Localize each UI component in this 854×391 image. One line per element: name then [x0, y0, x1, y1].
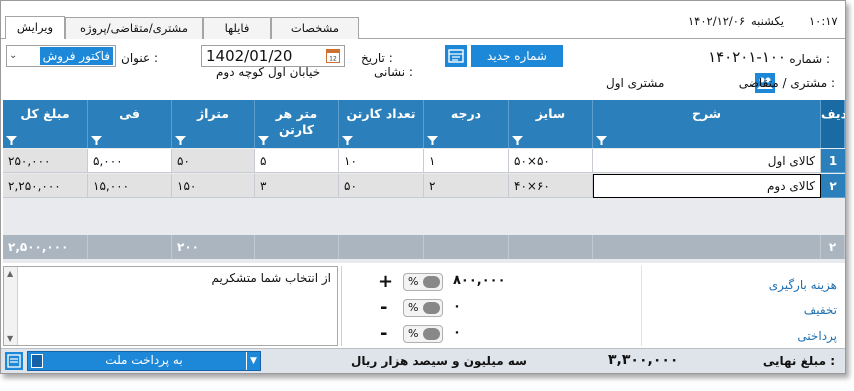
- cost-summary: هزینه بارگیری تخفیف پرداختی ۸۰۰,۰۰۰ ۰ ۰ …: [341, 266, 845, 346]
- invoice-window: ویرایش مشتری/متقاضی/پروژه فایلها مشخصات …: [0, 0, 846, 374]
- table-totals-row: ۲ ۲۰۰ ۲,۵۰۰,۰۰۰: [3, 235, 845, 259]
- amount-in-words: سه میلیون و سیصد هزار ریال: [351, 354, 527, 368]
- col-header-size[interactable]: سایز: [509, 100, 593, 148]
- table-cell-total: ۲,۲۵۰,۰۰۰: [3, 174, 88, 198]
- totals-blank: [593, 235, 821, 259]
- number-label: شماره :: [789, 52, 830, 66]
- paid-value[interactable]: ۰: [453, 325, 461, 340]
- col-header-description[interactable]: شرح: [593, 100, 821, 148]
- col-header-grade[interactable]: درجه: [424, 100, 509, 148]
- status-bar: مبلغ نهایی : ۳,۳۰۰,۰۰۰ سه میلیون و سیصد …: [1, 348, 845, 373]
- filter-icon[interactable]: [175, 136, 186, 145]
- filter-icon[interactable]: [258, 136, 269, 145]
- title-selected-value: فاکتور فروش: [39, 47, 113, 65]
- table-cell-total: ۲۵۰,۰۰۰: [3, 149, 88, 173]
- current-time: ۱۰:۱۷: [809, 14, 838, 28]
- filter-icon[interactable]: [342, 136, 353, 145]
- chevron-down-icon[interactable]: ▼: [246, 352, 260, 370]
- chevron-down-icon[interactable]: ⌄: [9, 46, 17, 66]
- table-cell-size[interactable]: ۵۰×۵۰: [509, 149, 593, 173]
- table-cell-area: ۵۰: [172, 149, 255, 173]
- svg-text:12: 12: [329, 56, 337, 63]
- title-label: عنوان :: [121, 51, 158, 65]
- shipping-cost-value[interactable]: ۸۰۰,۰۰۰: [453, 273, 506, 288]
- totals-blank: [339, 235, 424, 259]
- discount-minus-button[interactable]: -: [380, 299, 387, 317]
- invoice-items-table[interactable]: ردیف شرح سایز درجه تعداد کارتن متر هر کا…: [3, 100, 845, 263]
- final-amount-label: مبلغ نهایی :: [762, 354, 835, 368]
- totals-area: ۲۰۰: [172, 235, 255, 259]
- totals-blank: [88, 235, 172, 259]
- table-row-number[interactable]: 1: [821, 149, 845, 173]
- table-cell-description[interactable]: کالای اول: [593, 149, 821, 173]
- filter-icon[interactable]: [6, 136, 17, 145]
- col-header-cartons[interactable]: تعداد کارتن: [339, 100, 424, 148]
- date-value: 1402/01/20: [206, 47, 293, 65]
- current-weekday: یکشنبه: [751, 14, 784, 28]
- date-label: تاریخ :: [361, 51, 393, 65]
- col-header-area[interactable]: متراژ: [172, 100, 255, 148]
- customer-value[interactable]: مشتری اول: [606, 76, 664, 90]
- shipping-percent-toggle[interactable]: %: [403, 273, 443, 291]
- number-settings-icon[interactable]: [445, 45, 467, 67]
- table-cell-cartons[interactable]: ۱۰: [339, 149, 424, 173]
- totals-row-count: ۲: [821, 235, 845, 259]
- divider: [341, 266, 342, 346]
- invoice-number[interactable]: ۱۴۰۲۰۱-۱۰۰: [691, 45, 786, 69]
- filter-icon[interactable]: [91, 136, 102, 145]
- table-cell-grade[interactable]: ۱: [424, 149, 509, 173]
- new-number-button[interactable]: شماره جدید: [471, 45, 563, 67]
- customer-label: مشتری / متقاضی :: [738, 76, 835, 90]
- settings-list-icon[interactable]: [5, 352, 23, 370]
- table-cell-size[interactable]: ۴۰×۶۰: [509, 174, 593, 198]
- tab-specifications[interactable]: مشخصات: [271, 17, 359, 39]
- filter-icon[interactable]: [596, 136, 607, 145]
- paid-minus-button[interactable]: -: [380, 325, 387, 343]
- divider: [641, 266, 642, 346]
- table-cell-unit-price[interactable]: ۱۵,۰۰۰: [88, 174, 172, 198]
- address-label: نشانی :: [374, 65, 413, 79]
- shipping-plus-button[interactable]: +: [378, 273, 393, 291]
- discount-label: تخفیف: [803, 303, 837, 317]
- totals-total: ۲,۵۰۰,۰۰۰: [3, 235, 88, 259]
- date-field[interactable]: 1402/01/20 12: [201, 45, 345, 67]
- col-header-row[interactable]: ردیف: [821, 100, 845, 148]
- calendar-icon[interactable]: 12: [326, 49, 340, 63]
- table-cell-m2-per-carton[interactable]: ۳: [255, 174, 339, 198]
- discount-value[interactable]: ۰: [453, 299, 461, 314]
- table-cell-description-editing[interactable]: کالای دوم: [593, 174, 821, 198]
- payment-method-select[interactable]: به پرداخت ملت ▼: [27, 351, 261, 371]
- totals-blank: [255, 235, 339, 259]
- note-scrollbar[interactable]: ▲ ▼: [4, 267, 18, 345]
- paid-percent-toggle[interactable]: %: [403, 325, 443, 343]
- filter-icon[interactable]: [512, 136, 523, 145]
- note-text: از انتخاب شما متشکریم: [211, 271, 331, 285]
- totals-blank: [509, 235, 593, 259]
- table-cell-grade[interactable]: ۲: [424, 174, 509, 198]
- table-cell-unit-price[interactable]: ۵,۰۰۰: [88, 149, 172, 173]
- bank-card-icon: [31, 354, 43, 368]
- shipping-cost-label: هزینه بارگیری: [768, 278, 837, 292]
- note-textarea[interactable]: از انتخاب شما متشکریم ▲ ▼: [3, 266, 338, 346]
- tab-edit[interactable]: ویرایش: [5, 16, 65, 39]
- address-value: خیابان اول کوچه دوم: [216, 65, 321, 79]
- filter-icon[interactable]: [427, 136, 438, 145]
- paid-label: پرداختی: [797, 329, 837, 343]
- tab-customer-project[interactable]: مشتری/متقاضی/پروژه: [65, 17, 203, 39]
- tab-strip: ویرایش مشتری/متقاضی/پروژه فایلها مشخصات …: [1, 1, 845, 39]
- table-cell-cartons[interactable]: ۵۰: [339, 174, 424, 198]
- table-row-number[interactable]: ۲: [821, 174, 845, 198]
- current-date: ۱۴۰۲/۱۲/۰۶: [688, 14, 746, 28]
- table-cell-m2-per-carton[interactable]: ۵: [255, 149, 339, 173]
- col-header-total[interactable]: مبلغ کل: [3, 100, 88, 148]
- col-header-m2-per-carton[interactable]: متر هر کارتن: [255, 100, 339, 148]
- discount-percent-toggle[interactable]: %: [403, 299, 443, 317]
- final-amount-value: ۳,۳۰۰,۰۰۰: [608, 352, 679, 368]
- payment-method-value: به پرداخت ملت: [105, 353, 183, 367]
- totals-blank: [424, 235, 509, 259]
- tab-files[interactable]: فایلها: [203, 17, 271, 39]
- title-select[interactable]: فاکتور فروش ⌄: [6, 45, 116, 67]
- table-cell-area: ۱۵۰: [172, 174, 255, 198]
- col-header-unit-price[interactable]: فی: [88, 100, 172, 148]
